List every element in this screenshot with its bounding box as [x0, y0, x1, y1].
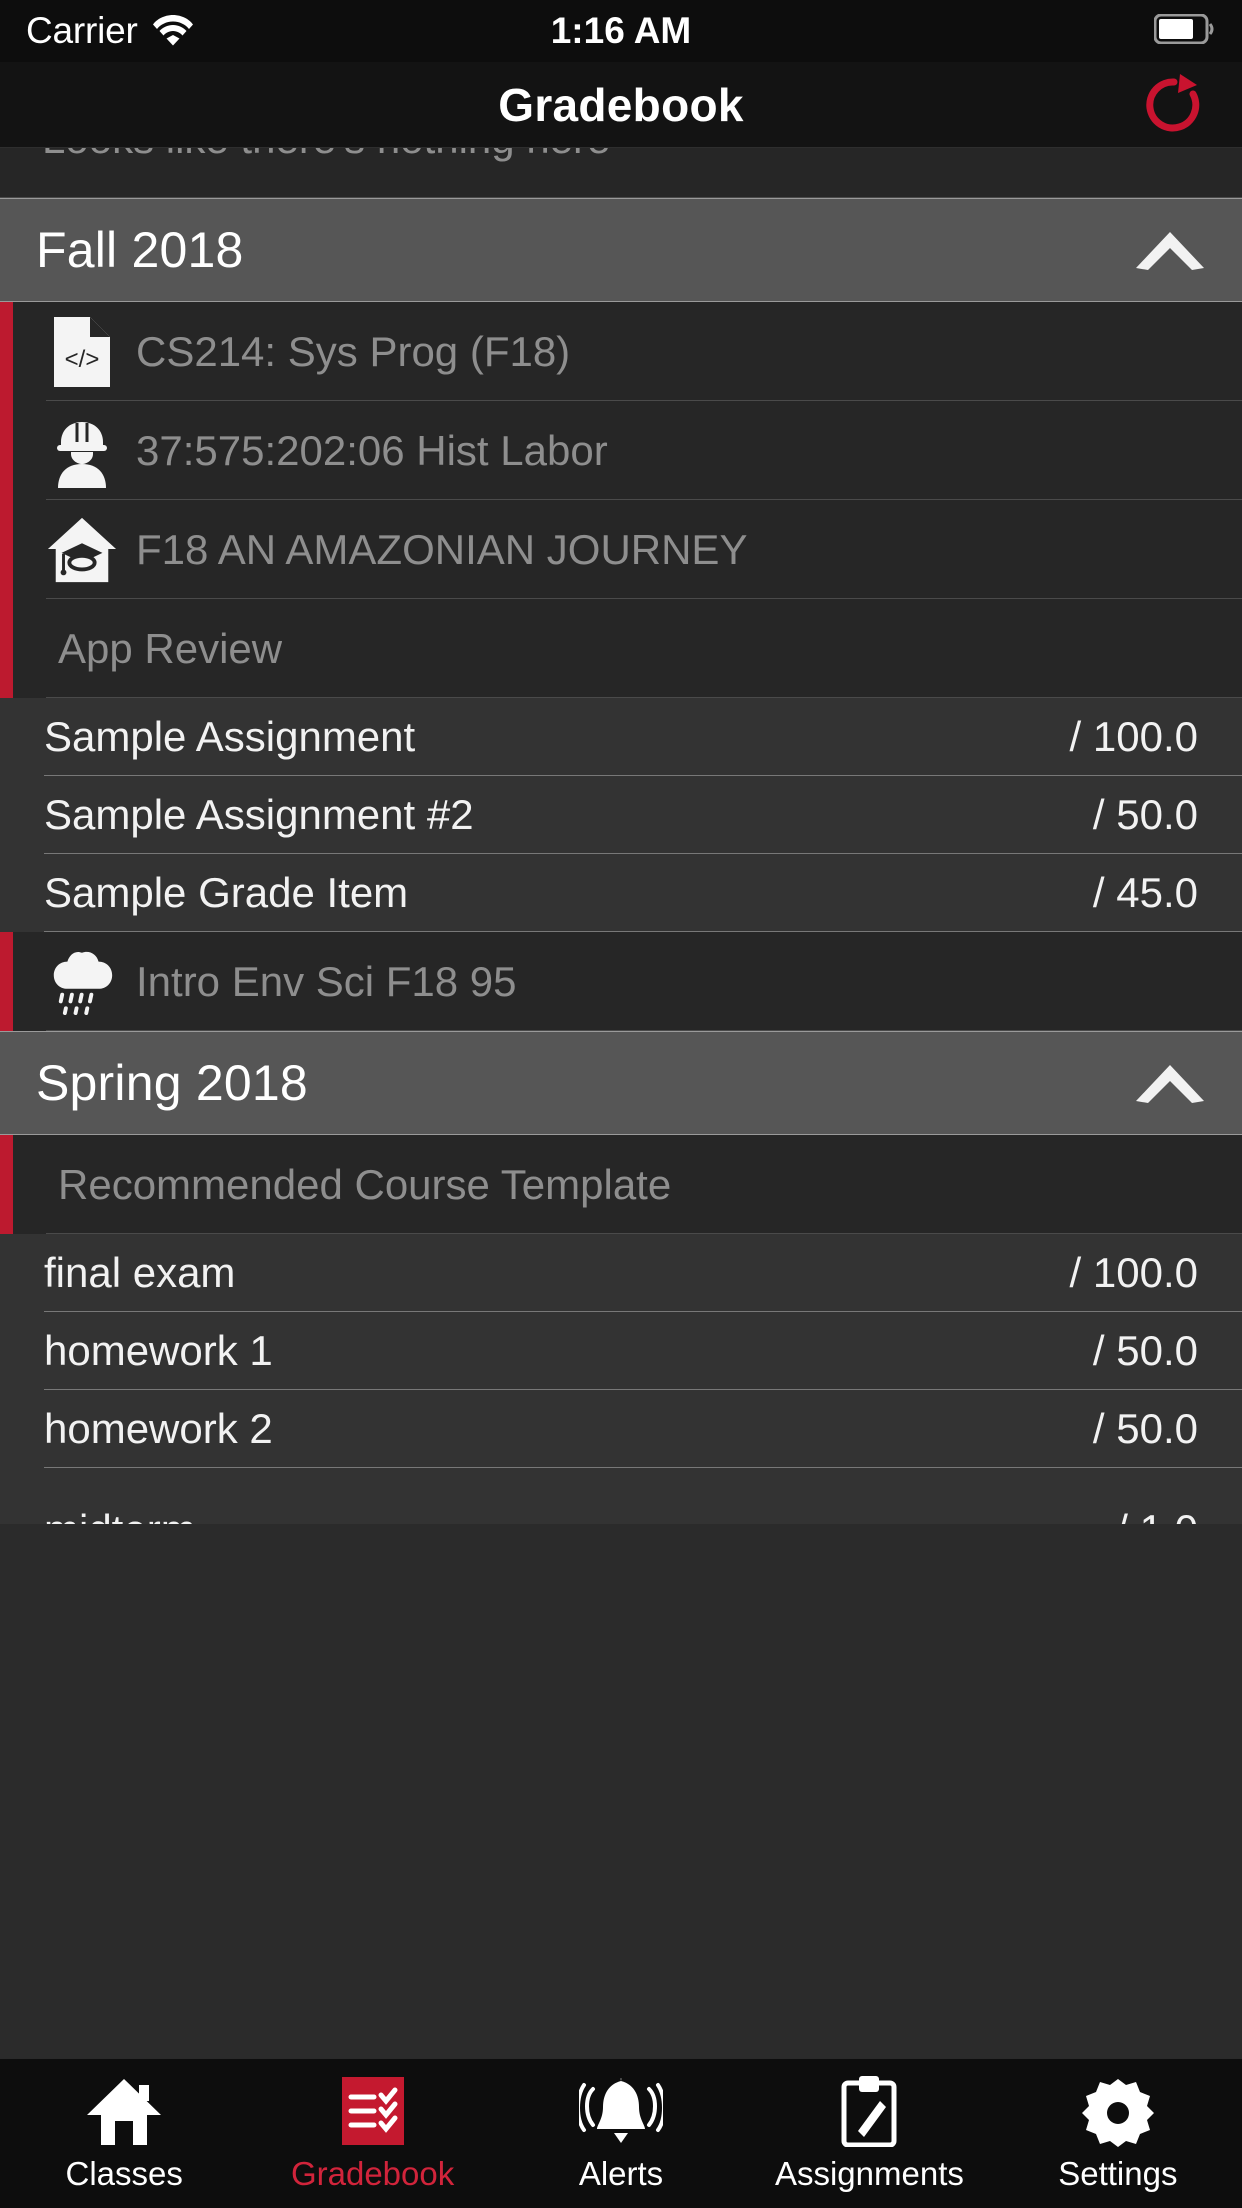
- course-name: App Review: [58, 624, 283, 672]
- svg-text:</>: </>: [65, 346, 100, 373]
- assignment-score: / 100.0: [1069, 713, 1198, 760]
- assignment-name: homework 2: [44, 1405, 273, 1452]
- section-title: Spring 2018: [36, 1055, 308, 1111]
- tab-settings[interactable]: Settings: [994, 2059, 1242, 2208]
- carrier-label: Carrier: [26, 10, 138, 51]
- tab-label: Gradebook: [290, 2154, 455, 2192]
- gradebook-list[interactable]: Looks like there's nothing here Fall 201…: [0, 148, 1242, 2058]
- checklist-icon: [336, 2075, 410, 2147]
- section-header-spring-2018[interactable]: Spring 2018: [0, 1031, 1242, 1135]
- course-accent-bar: [0, 500, 13, 599]
- chevron-up-icon[interactable]: [1134, 228, 1206, 272]
- course-name: Recommended Course Template: [58, 1160, 672, 1208]
- tab-label: Classes: [65, 2154, 183, 2192]
- tab-classes[interactable]: Classes: [0, 2059, 248, 2208]
- course-row[interactable]: </> CS214: Sys Prog (F18): [0, 302, 1242, 401]
- wifi-icon: [152, 12, 194, 51]
- assignment-score: / 50.0: [1092, 1405, 1198, 1452]
- course-row[interactable]: Recommended Course Template: [0, 1135, 1242, 1234]
- code-document-icon: </>: [46, 316, 118, 388]
- assignment-name: homework 1: [44, 1327, 273, 1374]
- course-accent-bar: [0, 401, 13, 500]
- assignment-score: / 45.0: [1092, 869, 1198, 916]
- app-root: Carrier 1:16 AM Gradebook Fall 2018 </> …: [0, 0, 1242, 2208]
- status-bar-left: Carrier: [26, 10, 194, 52]
- tab-label: Alerts: [578, 2154, 664, 2192]
- assignment-row[interactable]: midterm / 1.0: [0, 1468, 1242, 1524]
- assignment-name: midterm: [44, 1506, 196, 1524]
- course-row[interactable]: App Review: [0, 599, 1242, 698]
- tab-label: Settings: [1058, 2154, 1178, 2192]
- school-graduation-icon: [46, 514, 118, 586]
- course-name: CS214: Sys Prog (F18): [136, 327, 571, 375]
- gear-icon: [1080, 2075, 1156, 2147]
- assignment-score: / 50.0: [1092, 1327, 1198, 1374]
- course-name: Intro Env Sci F18 95: [136, 957, 517, 1005]
- assignment-score: / 1.0: [1116, 1506, 1198, 1524]
- course-row[interactable]: 37:575:202:06 Hist Labor: [0, 401, 1242, 500]
- course-accent-bar: [0, 1135, 13, 1234]
- row-divider: [46, 1030, 1242, 1031]
- tab-gradebook[interactable]: Gradebook: [248, 2059, 496, 2208]
- course-row[interactable]: F18 AN AMAZONIAN JOURNEY: [0, 500, 1242, 599]
- page-title: Gradebook: [498, 78, 744, 131]
- assignment-score: / 50.0: [1092, 791, 1198, 838]
- refresh-icon[interactable]: [1140, 71, 1208, 139]
- section-header-fall-2018[interactable]: Fall 2018: [0, 198, 1242, 302]
- assignment-row[interactable]: homework 2 / 50.0: [0, 1390, 1242, 1468]
- battery-icon: [1153, 13, 1216, 49]
- section-title: Fall 2018: [36, 222, 244, 278]
- assignment-name: Sample Assignment #2: [44, 791, 474, 838]
- bell-ringing-icon: [579, 2075, 664, 2147]
- assignment-name: Sample Grade Item: [44, 869, 409, 916]
- assignment-row[interactable]: Sample Assignment #2 / 50.0: [0, 776, 1242, 854]
- clipboard-pen-icon: [836, 2075, 902, 2147]
- status-bar: Carrier 1:16 AM: [0, 0, 1242, 62]
- course-row[interactable]: Intro Env Sci F18 95: [0, 932, 1242, 1031]
- assignment-name: Sample Assignment: [44, 713, 416, 760]
- tab-bar: Classes Gradebook Alerts Assignments Set…: [0, 2058, 1242, 2208]
- course-accent-bar: [0, 302, 13, 401]
- chevron-up-icon[interactable]: [1134, 1061, 1206, 1105]
- clipped-empty-state-row: Looks like there's nothing here: [0, 148, 1242, 198]
- assignment-name: final exam: [44, 1249, 236, 1296]
- tab-alerts[interactable]: Alerts: [497, 2059, 745, 2208]
- course-accent-bar: [0, 932, 13, 1031]
- nav-bar: Gradebook: [0, 62, 1242, 148]
- assignment-score: / 100.0: [1069, 1249, 1198, 1296]
- assignment-row[interactable]: homework 1 / 50.0: [0, 1312, 1242, 1390]
- status-bar-right: [1153, 13, 1216, 49]
- rain-cloud-icon: [46, 946, 118, 1018]
- tab-assignments[interactable]: Assignments: [745, 2059, 993, 2208]
- assignment-row[interactable]: Sample Grade Item / 45.0: [0, 854, 1242, 932]
- course-name: F18 AN AMAZONIAN JOURNEY: [136, 525, 748, 573]
- course-accent-bar: [0, 599, 13, 698]
- house-icon: [85, 2075, 163, 2147]
- empty-state-label: Looks like there's nothing here: [42, 148, 610, 163]
- course-name: 37:575:202:06 Hist Labor: [136, 426, 608, 474]
- tab-label: Assignments: [774, 2154, 964, 2192]
- hard-hat-worker-icon: [46, 415, 118, 488]
- assignment-row[interactable]: final exam / 100.0: [0, 1234, 1242, 1312]
- assignment-row[interactable]: Sample Assignment / 100.0: [0, 698, 1242, 776]
